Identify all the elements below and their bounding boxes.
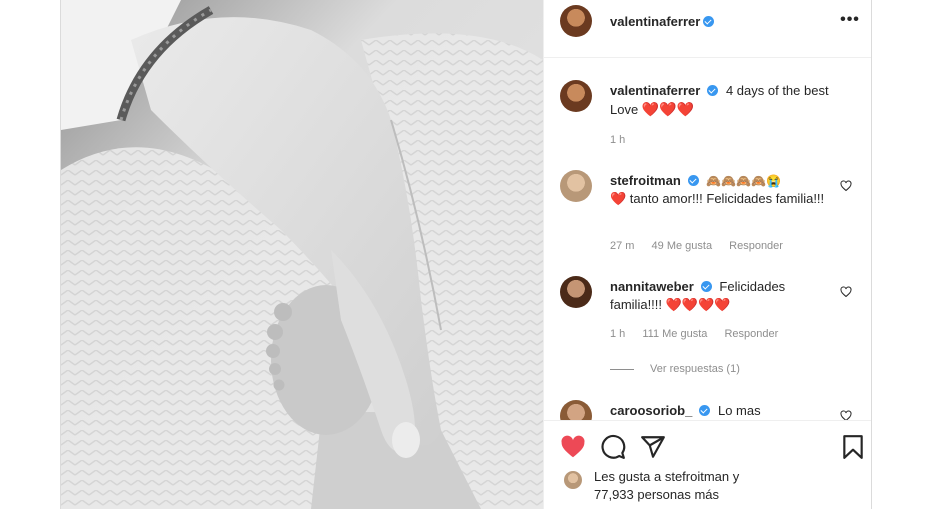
comment-likes[interactable]: 49 Me gusta xyxy=(652,240,713,252)
comment-avatar[interactable] xyxy=(560,170,592,202)
more-horizontal-icon[interactable]: ••• xyxy=(838,12,862,38)
comments-list[interactable]: valentinaferrer 4 days of the best Love … xyxy=(544,58,871,420)
comment-time[interactable]: 1 h xyxy=(610,328,625,340)
comment-username[interactable]: nannitaweber xyxy=(610,279,694,294)
author-username[interactable]: valentinaferrer xyxy=(610,14,700,29)
verified-badge-icon xyxy=(707,85,719,96)
view-replies-label: Ver respuestas (1) xyxy=(650,363,740,375)
verified-badge-icon xyxy=(700,281,712,292)
comment-avatar[interactable] xyxy=(560,400,592,420)
comment-meta: 27 m 49 Me gusta Responder xyxy=(610,240,797,252)
post-side-panel: valentinaferrer ••• valentinaferrer 4 da… xyxy=(543,0,871,509)
send-icon[interactable] xyxy=(640,434,666,460)
reply-button[interactable]: Responder xyxy=(729,240,783,252)
comment-username[interactable]: caroosoriob_ xyxy=(610,403,692,418)
caption-text-block: valentinaferrer 4 days of the best Love … xyxy=(610,82,840,119)
comment-text-block: stefroitman 🙈🙈🙈🙈😭 ❤️ tanto amor!!! Felic… xyxy=(610,172,840,208)
post-photo[interactable] xyxy=(61,0,543,509)
liker-avatar[interactable] xyxy=(564,471,582,489)
heart-filled-icon[interactable] xyxy=(560,434,586,460)
likes-summary-line1: Les gusta a stefroitman y xyxy=(594,469,740,484)
post-header: valentinaferrer ••• xyxy=(544,0,871,58)
verified-badge-icon xyxy=(687,175,699,186)
comment-likes[interactable]: 111 Me gusta xyxy=(642,328,707,340)
likes-summary-line2: 77,933 personas más xyxy=(594,487,720,502)
comment-meta: 1 h 111 Me gusta Responder xyxy=(610,328,792,340)
comment-username[interactable]: stefroitman xyxy=(610,173,681,188)
author-name-block: valentinaferrer xyxy=(610,13,715,31)
photo-image xyxy=(61,0,543,509)
view-replies-button[interactable]: Ver respuestas (1) xyxy=(610,363,740,375)
caption-username[interactable]: valentinaferrer xyxy=(610,83,700,98)
author-avatar[interactable] xyxy=(560,5,592,37)
caption-meta: 1 h xyxy=(610,134,639,146)
replies-divider xyxy=(610,368,634,370)
like-comment-icon[interactable] xyxy=(840,410,852,420)
verified-badge-icon xyxy=(703,16,715,27)
like-comment-icon[interactable] xyxy=(840,286,852,298)
comment-emojis: 🙈🙈🙈🙈😭 xyxy=(706,174,782,188)
caption-avatar[interactable] xyxy=(560,80,592,112)
caption-hearts: ❤️❤️❤️ xyxy=(641,101,695,117)
comment-text-block: caroosoriob_ Lo mas xyxy=(610,402,840,420)
caption-time[interactable]: 1 h xyxy=(610,134,625,146)
comment-time[interactable]: 27 m xyxy=(610,240,634,252)
like-comment-icon[interactable] xyxy=(840,180,852,192)
instagram-post: valentinaferrer ••• valentinaferrer 4 da… xyxy=(60,0,872,509)
bookmark-icon[interactable] xyxy=(840,434,866,460)
comment-text: Lo mas xyxy=(717,403,761,418)
reply-button[interactable]: Responder xyxy=(724,328,778,340)
verified-badge-icon xyxy=(699,405,711,416)
comment-icon[interactable] xyxy=(600,434,626,460)
comment-text: ❤️ tanto amor!!! Felicidades familia!!! xyxy=(610,191,825,206)
likes-summary[interactable]: Les gusta a stefroitman y 77,933 persona… xyxy=(594,468,854,504)
post-actions: Les gusta a stefroitman y 77,933 persona… xyxy=(544,420,871,509)
comment-avatar[interactable] xyxy=(560,276,592,308)
comment-text-block: nannitaweber Felicidades familia!!!! ❤️❤… xyxy=(610,278,840,314)
